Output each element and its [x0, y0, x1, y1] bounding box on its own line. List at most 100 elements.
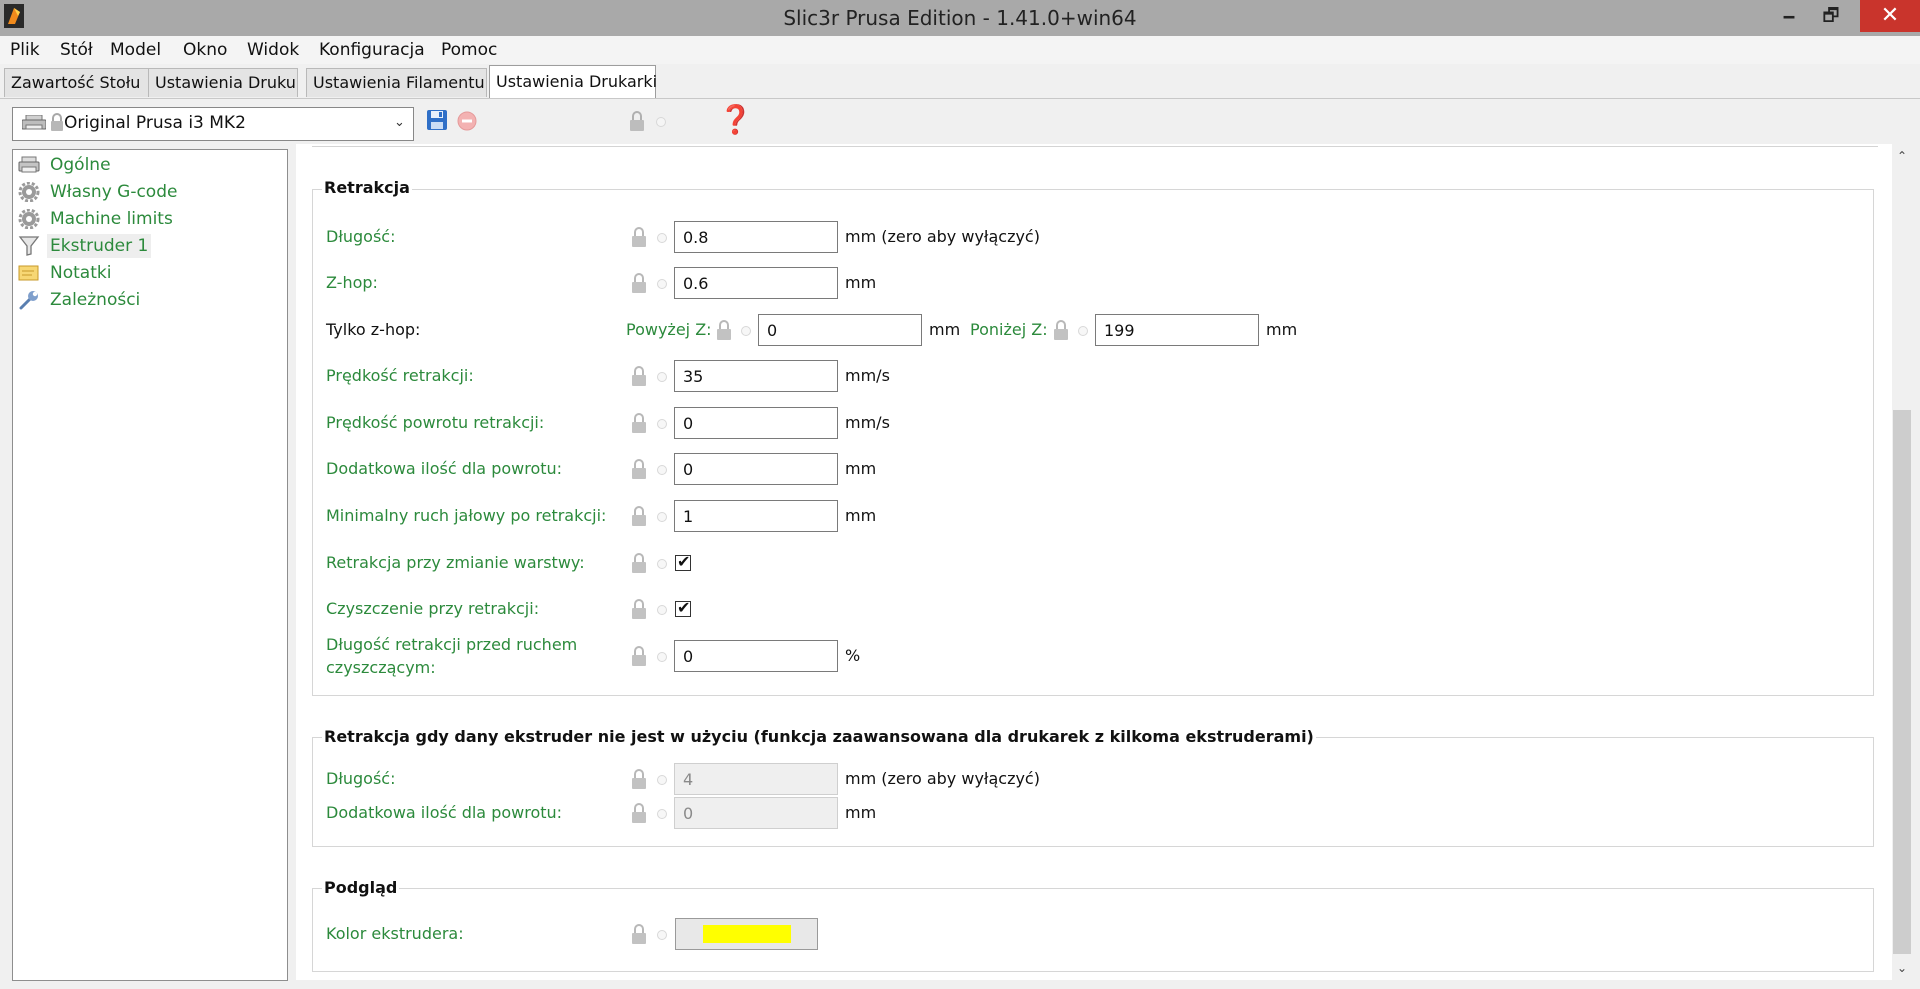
extruder-color-swatch	[703, 925, 791, 943]
scroll-down-icon[interactable]: ⌄	[1892, 956, 1912, 980]
wipe-checkbox[interactable]: ✔	[675, 598, 691, 617]
label-dlugosc-przed-czyszczeniem-2: czyszczącym:	[326, 658, 436, 677]
lock-icon[interactable]	[630, 505, 648, 527]
below-z-input[interactable]	[1095, 314, 1259, 346]
lock-icon[interactable]	[630, 226, 648, 248]
toolchange-extra-input[interactable]	[674, 797, 838, 829]
lock-icon[interactable]	[630, 458, 648, 480]
chevron-down-icon[interactable]: ⌄	[394, 107, 405, 139]
label-zhop: Z-hop:	[326, 273, 378, 292]
label-dodatkowa-ilosc: Dodatkowa ilość dla powrotu:	[326, 459, 563, 478]
tree-item-label: Zależności	[50, 290, 141, 310]
extra-restart-input[interactable]	[674, 453, 838, 485]
lock-icon[interactable]	[1052, 319, 1070, 341]
gear-icon	[18, 182, 40, 202]
tab-ustawienia-filamentu[interactable]: Ustawienia Filamentu	[306, 68, 487, 97]
modified-dot-icon[interactable]	[657, 930, 667, 940]
above-z-input[interactable]	[758, 314, 922, 346]
label-czyszczenie: Czyszczenie przy retrakcji:	[326, 599, 540, 618]
lock-icon[interactable]	[630, 552, 648, 574]
unit-label: mm	[1266, 320, 1298, 339]
lock-icon[interactable]	[630, 412, 648, 434]
menu-okno[interactable]: Okno	[183, 36, 227, 64]
modified-dot-icon[interactable]	[657, 605, 667, 615]
lock-icon[interactable]	[715, 319, 733, 341]
check-icon: ✔	[677, 552, 691, 571]
min-travel-input[interactable]	[674, 500, 838, 532]
unit-label: mm	[845, 803, 877, 822]
tab-zawartosc-stolu[interactable]: Zawartość Stołu	[4, 68, 151, 97]
group-toolchange-retraction	[312, 737, 1874, 847]
menu-model[interactable]: Model	[110, 36, 161, 64]
group-retrakcja	[312, 189, 1874, 696]
scroll-up-icon[interactable]: ⌃	[1892, 144, 1912, 168]
tree-item-label: Notatki	[50, 263, 112, 283]
retract-speed-input[interactable]	[674, 360, 838, 392]
close-button[interactable]: ✕	[1860, 0, 1920, 32]
scrollbar-thumb[interactable]	[1893, 410, 1911, 954]
lock-icon[interactable]	[630, 923, 648, 945]
unit-label: mm	[845, 459, 877, 478]
group-title-toolchange: Retrakcja gdy dany ekstruder nie jest w …	[322, 727, 1316, 746]
lock-icon[interactable]	[630, 365, 648, 387]
tree-item-label: Ekstruder 1	[47, 234, 152, 258]
menu-widok[interactable]: Widok	[247, 36, 299, 64]
label-predkosc-retrakcji: Prędkość retrakcji:	[326, 366, 474, 385]
minimize-button[interactable]: 🗕	[1766, 0, 1812, 32]
delete-preset-icon[interactable]	[457, 111, 477, 131]
tree-item-label: Własny G-code	[50, 182, 178, 202]
lock-icon[interactable]	[628, 110, 646, 132]
lock-icon[interactable]	[630, 598, 648, 620]
modified-dot-icon[interactable]	[657, 279, 667, 289]
lock-icon[interactable]	[630, 768, 648, 790]
modified-dot-icon[interactable]	[657, 652, 667, 662]
retract-before-wipe-input[interactable]	[674, 640, 838, 672]
modified-dot-icon[interactable]	[657, 419, 667, 429]
label-dlugosc: Długość:	[326, 227, 396, 246]
menu-konfiguracja[interactable]: Konfiguracja	[319, 36, 425, 64]
modified-dot-icon[interactable]	[741, 326, 751, 336]
menu-stol[interactable]: Stół	[60, 36, 93, 64]
group-title-podglad: Podgląd	[322, 878, 400, 897]
toolchange-length-input[interactable]	[674, 763, 838, 795]
modified-dot-icon[interactable]	[657, 809, 667, 819]
modified-dot-icon[interactable]	[656, 117, 666, 127]
menu-plik[interactable]: Plik	[10, 36, 40, 64]
tree-item-label: Ogólne	[50, 155, 111, 175]
zhop-input[interactable]	[674, 267, 838, 299]
lock-icon[interactable]	[630, 272, 648, 294]
modified-dot-icon[interactable]	[657, 512, 667, 522]
divider	[312, 146, 1878, 147]
modified-dot-icon[interactable]	[657, 559, 667, 569]
label-predkosc-powrotu: Prędkość powrotu retrakcji:	[326, 413, 545, 432]
save-icon[interactable]	[426, 109, 448, 131]
unit-label: mm	[845, 506, 877, 525]
menu-pomoc[interactable]: Pomoc	[441, 36, 497, 64]
unit-label: mm/s	[845, 413, 890, 432]
retract-length-input[interactable]	[674, 221, 838, 253]
deretract-speed-input[interactable]	[674, 407, 838, 439]
layer-change-checkbox[interactable]: ✔	[675, 552, 691, 571]
modified-dot-icon[interactable]	[657, 372, 667, 382]
modified-dot-icon[interactable]	[657, 233, 667, 243]
label-ponizej-z: Poniżej Z:	[970, 320, 1048, 339]
label-toolchange-dlugosc: Długość:	[326, 769, 396, 788]
label-powyzej-z: Powyżej Z:	[626, 320, 712, 339]
modified-dot-icon[interactable]	[657, 775, 667, 785]
modified-dot-icon[interactable]	[1078, 326, 1088, 336]
tab-ustawienia-drukarki[interactable]: Ustawienia Drukarki	[489, 65, 657, 98]
help-icon[interactable]: ❓	[718, 104, 753, 136]
label-dlugosc-przed-czyszczeniem-1: Długość retrakcji przed ruchem	[326, 635, 578, 654]
modified-dot-icon[interactable]	[657, 465, 667, 475]
label-minimalny-ruch: Minimalny ruch jałowy po retrakcji:	[326, 506, 607, 525]
unit-label: %	[845, 646, 861, 665]
lock-icon[interactable]	[630, 645, 648, 667]
label-kolor-ekstrudera: Kolor ekstrudera:	[326, 924, 464, 943]
lock-icon[interactable]	[630, 802, 648, 824]
unit-label: mm/s	[845, 366, 890, 385]
window-title: Slic3r Prusa Edition - 1.41.0+win64	[783, 6, 1137, 30]
note-icon	[18, 265, 39, 281]
tab-ustawienia-druku[interactable]: Ustawienia Druku	[148, 68, 298, 97]
maximize-button[interactable]: 🗗	[1808, 0, 1854, 32]
group-title-retrakcja: Retrakcja	[322, 178, 412, 197]
